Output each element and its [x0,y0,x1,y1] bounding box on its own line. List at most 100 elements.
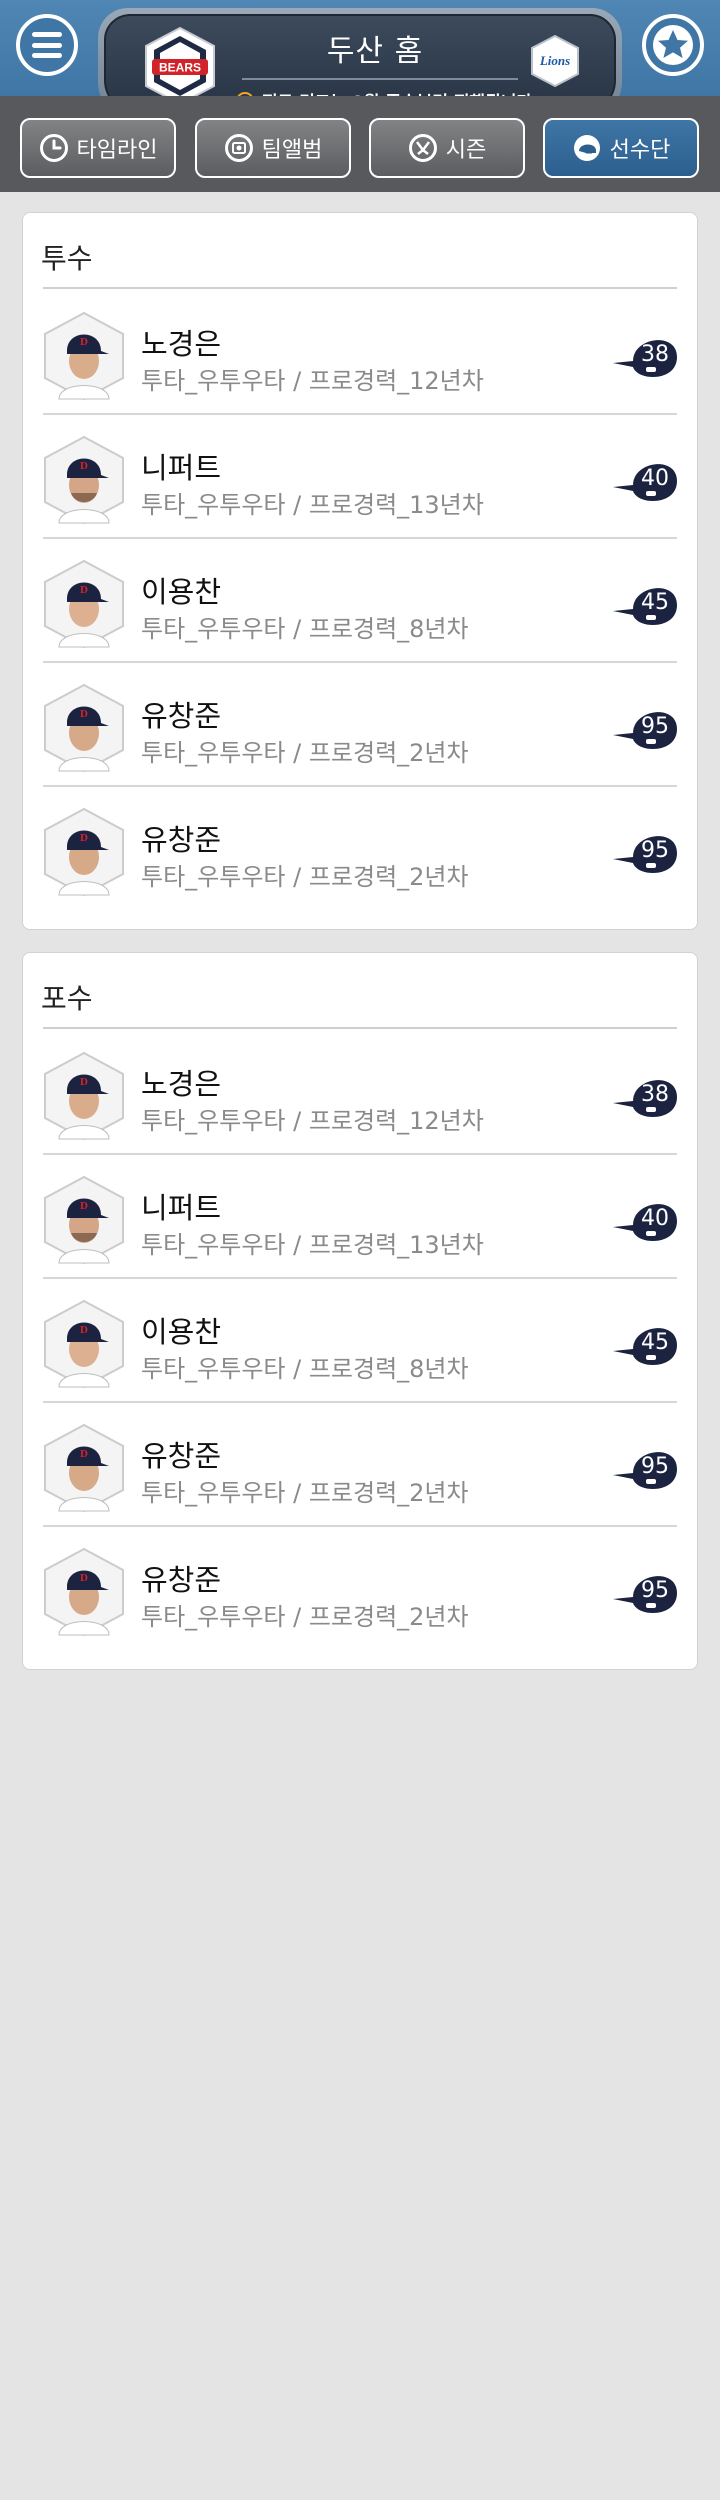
svg-text:40: 40 [641,1206,669,1231]
player-info: 투타_우투우타 / 프로경력_2년차 [141,1603,469,1631]
player-name: 노경은 [141,327,222,361]
player-avatar: D [44,435,124,525]
player-avatar: D [44,1423,124,1513]
player-row[interactable]: D 이용찬 투타_우투우타 / 프로경력_8년차 45 [43,539,677,663]
player-row[interactable]: D 노경은 투타_우투우타 / 프로경력_12년차 38 [43,1031,677,1155]
player-name: 니퍼트 [141,451,222,485]
player-avatar: D [44,1175,124,1265]
svg-text:D: D [80,1448,88,1460]
svg-text:D: D [80,1200,88,1212]
section-catchers: 포수 D 노경은 투타_우투우타 / 프로경력_12년차 38 D 니퍼트 투타 [22,952,698,1670]
svg-text:40: 40 [641,466,669,491]
player-name: 이용찬 [141,1315,222,1349]
section-pitchers: 투수 D 노경은 투타_우투우타 / 프로경력_12년차 38 D 니퍼트 투타 [22,212,698,930]
svg-text:D: D [80,1324,88,1336]
player-info: 투타_우투우타 / 프로경력_2년차 [141,863,469,891]
player-row[interactable]: D 유창준 투타_우투우타 / 프로경력_2년차 95 [43,1403,677,1527]
svg-text:95: 95 [641,1454,669,1479]
cap-number-icon: 95 [613,1576,677,1613]
player-info: 투타_우투우타 / 프로경력_2년차 [141,739,469,767]
svg-text:45: 45 [641,1330,669,1355]
player-name: 유창준 [141,1439,222,1473]
tab-label: 시즌 [445,138,487,163]
tab-season[interactable]: 시즌 [369,118,525,178]
menu-button[interactable] [16,14,78,76]
lions-logo: Lions [531,34,579,88]
cap-number-icon: 95 [613,1452,677,1489]
player-avatar: D [44,807,124,897]
player-name: 유창준 [141,699,222,733]
player-name: 유창준 [141,823,222,857]
tab-label: 팀앨범 [261,138,323,163]
svg-text:38: 38 [641,1082,669,1107]
player-name: 유창준 [141,1563,222,1597]
player-row[interactable]: D 니퍼트 투타_우투우타 / 프로경력_13년차 40 [43,415,677,539]
player-info: 투타_우투우타 / 프로경력_12년차 [141,1107,484,1135]
tab-label: 타임라인 [76,138,158,163]
section-title: 포수 [41,982,93,1015]
ball-icon [408,134,437,162]
player-name: 노경은 [141,1067,222,1101]
star-icon [653,25,693,65]
tab-team-album[interactable]: 팀앨범 [195,118,351,178]
player-info: 투타_우투우타 / 프로경력_8년차 [141,615,469,643]
section-title: 투수 [41,242,93,275]
tab-timeline[interactable]: 타임라인 [20,118,176,178]
tab-roster[interactable]: 선수단 [543,118,699,178]
player-avatar: D [44,559,124,649]
svg-text:D: D [80,1076,88,1088]
player-avatar: D [44,683,124,773]
svg-text:D: D [80,336,88,348]
svg-text:BEARS: BEARS [159,61,201,75]
player-avatar: D [44,1299,124,1389]
player-row[interactable]: D 유창준 투타_우투우타 / 프로경력_2년차 95 [43,1527,677,1651]
player-avatar: D [44,311,124,401]
hamburger-icon [32,32,62,58]
tab-bar: 타임라인 팀앨범 시즌 선수단 [0,96,720,192]
player-info: 투타_우투우타 / 프로경력_13년차 [141,1231,484,1259]
svg-text:D: D [80,460,88,472]
svg-text:Lions: Lions [539,53,570,68]
player-info: 투타_우투우타 / 프로경력_8년차 [141,1355,469,1383]
svg-text:45: 45 [641,590,669,615]
player-avatar: D [44,1051,124,1141]
player-info: 투타_우투우타 / 프로경력_13년차 [141,491,484,519]
clock-icon [39,134,68,162]
title-divider [242,78,518,80]
svg-text:95: 95 [641,714,669,739]
cap-number-icon: 38 [613,1080,677,1117]
svg-text:38: 38 [641,342,669,367]
svg-text:D: D [80,1572,88,1584]
bears-logo: BEARS [145,26,215,106]
page-title: 두산 홈 [326,34,424,69]
cap-number-icon: 45 [613,1328,677,1365]
player-name: 이용찬 [141,575,222,609]
svg-text:95: 95 [641,1578,669,1603]
favorite-button[interactable] [642,14,704,76]
player-row[interactable]: D 노경은 투타_우투우타 / 프로경력_12년차 38 [43,291,677,415]
player-row[interactable]: D 유창준 투타_우투우타 / 프로경력_2년차 95 [43,663,677,787]
svg-text:D: D [80,584,88,596]
section-divider [43,287,677,289]
player-row[interactable]: D 니퍼트 투타_우투우타 / 프로경력_13년차 40 [43,1155,677,1279]
player-info: 투타_우투우타 / 프로경력_12년차 [141,367,484,395]
cap-number-icon: 40 [613,464,677,501]
player-avatar: D [44,1547,124,1637]
cap-number-icon: 38 [613,340,677,377]
tab-label: 선수단 [609,138,671,163]
svg-text:D: D [80,708,88,720]
player-info: 투타_우투우타 / 프로경력_2년차 [141,1479,469,1507]
svg-text:95: 95 [641,838,669,863]
top-header: BEARS 두산 홈 Lions ! 정규 리그는 9월 중순부터 진행됩니다. [0,0,720,120]
helmet-icon [573,135,600,161]
player-name: 니퍼트 [141,1191,222,1225]
album-icon [224,134,253,162]
cap-number-icon: 45 [613,588,677,625]
player-row[interactable]: D 이용찬 투타_우투우타 / 프로경력_8년차 45 [43,1279,677,1403]
section-divider [43,1027,677,1029]
player-row[interactable]: D 유창준 투타_우투우타 / 프로경력_2년차 95 [43,787,677,911]
svg-text:D: D [80,832,88,844]
cap-number-icon: 40 [613,1204,677,1241]
cap-number-icon: 95 [613,836,677,873]
cap-number-icon: 95 [613,712,677,749]
